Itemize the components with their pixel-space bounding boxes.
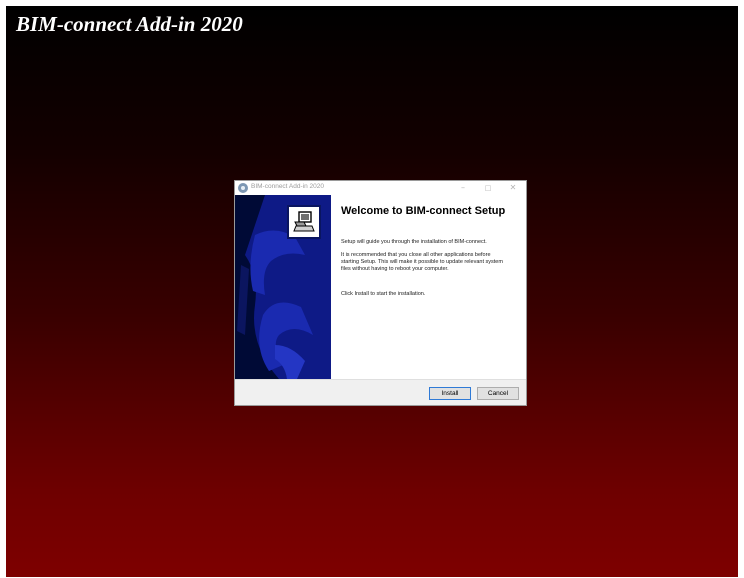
- wizard-content: Welcome to BIM-connect Setup Setup will …: [331, 195, 526, 379]
- dialog-titlebar[interactable]: BIM-connect Add-in 2020 – □ ✕: [235, 181, 526, 195]
- maximize-button: □: [484, 184, 492, 192]
- install-button[interactable]: Install: [429, 387, 471, 400]
- installer-app-icon: [238, 183, 248, 193]
- installer-logo: [287, 205, 321, 239]
- minimize-button[interactable]: –: [453, 182, 473, 194]
- cancel-button[interactable]: Cancel: [477, 387, 519, 400]
- dialog-title: BIM-connect Add-in 2020: [251, 183, 324, 190]
- computer-install-icon: [293, 211, 315, 232]
- setup-dialog: BIM-connect Add-in 2020 – □ ✕ Welcome to…: [234, 180, 527, 406]
- background-title: BIM-connect Add-in 2020: [16, 12, 243, 36]
- dialog-footer: Install Cancel: [235, 379, 526, 405]
- wizard-banner-image: [235, 195, 331, 379]
- instruction-text: Click Install to start the installation.: [341, 291, 426, 297]
- recommendation-text: It is recommended that you close all oth…: [341, 252, 503, 272]
- close-button[interactable]: ✕: [503, 182, 523, 194]
- intro-text: Setup will guide you through the install…: [341, 239, 487, 245]
- welcome-heading: Welcome to BIM-connect Setup: [341, 205, 506, 217]
